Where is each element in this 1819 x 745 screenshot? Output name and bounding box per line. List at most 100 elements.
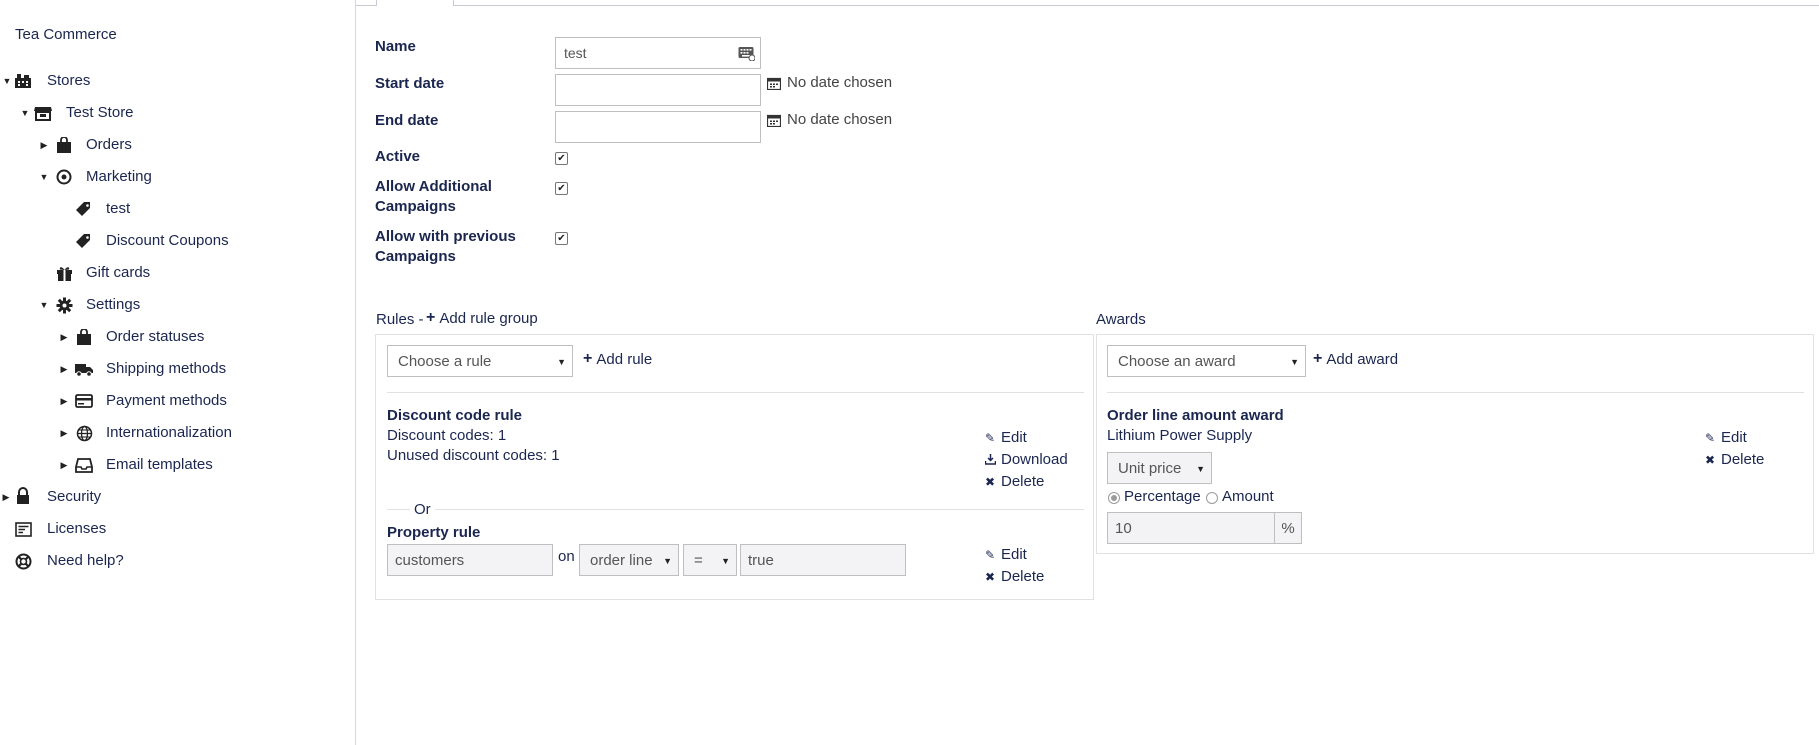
operator-select[interactable]: = ▼	[683, 544, 737, 576]
caret-right-icon[interactable]: ▶	[59, 460, 69, 470]
property-field-input[interactable]: customers	[387, 544, 553, 576]
edit-property-rule-button[interactable]: ✎ Edit	[984, 546, 1027, 563]
award-value-input[interactable]: 10	[1107, 512, 1275, 544]
choose-award-select[interactable]: Choose an award ▼	[1107, 345, 1306, 377]
caret-right-icon[interactable]: ▶	[59, 364, 69, 374]
inbox-icon	[75, 456, 93, 474]
end-date-empty-text: No date chosen	[787, 111, 893, 128]
tree-label: Need help?	[47, 552, 124, 569]
plus-icon: +	[1313, 350, 1323, 367]
dropdown-arrow-icon: ▼	[663, 556, 672, 566]
tree-label: Licenses	[47, 520, 107, 537]
credit-card-icon	[75, 392, 93, 410]
choose-award-value: Choose an award	[1118, 352, 1236, 370]
name-label: Name	[375, 38, 416, 55]
edit-label: Edit	[1721, 429, 1747, 446]
edit-discount-rule-button[interactable]: ✎ Edit	[984, 429, 1027, 446]
start-date-input[interactable]	[555, 74, 761, 106]
calendar-icon[interactable]	[766, 114, 782, 128]
name-input[interactable]: test	[555, 37, 761, 69]
award-unit: %	[1281, 519, 1295, 537]
edit-label: Edit	[1001, 429, 1027, 446]
end-date-label: End date	[375, 112, 439, 129]
property-rule-title: Property rule	[387, 524, 481, 541]
bag-icon	[55, 136, 73, 154]
tree-item-internationalization[interactable]: ▶ Internationalization	[0, 420, 340, 446]
active-checkbox[interactable]: ✔	[555, 152, 568, 165]
divider	[387, 509, 1084, 510]
tree-item-security[interactable]: ▶ Security	[0, 484, 340, 510]
edit-award-button[interactable]: ✎ Edit	[1704, 429, 1747, 446]
rules-panel: Choose a rule ▼ + Add rule Discount code…	[375, 334, 1094, 600]
tree-item-order-statuses[interactable]: ▶ Order statuses	[0, 324, 340, 350]
allow-previous-label: Allow with previous Campaigns	[375, 227, 516, 267]
caret-right-icon[interactable]: ▶	[59, 428, 69, 438]
close-icon: ✖	[1704, 452, 1716, 467]
download-discount-codes-button[interactable]: Download	[984, 451, 1068, 468]
tree-item-orders[interactable]: ▶ Orders	[0, 132, 340, 158]
add-award-button[interactable]: + Add award	[1313, 350, 1398, 368]
delete-property-rule-button[interactable]: ✖ Delete	[984, 568, 1044, 585]
truck-icon	[75, 360, 93, 378]
allow-additional-checkbox[interactable]: ✔	[555, 182, 568, 195]
tree-item-licenses[interactable]: Licenses	[0, 516, 340, 542]
allow-additional-label-line1: Allow Additional	[375, 178, 492, 195]
tree-item-gift-cards[interactable]: Gift cards	[0, 260, 340, 286]
add-award-label: Add award	[1326, 350, 1399, 368]
tree-label: Settings	[86, 296, 141, 313]
tree-item-discount-coupons[interactable]: Discount Coupons	[0, 228, 340, 254]
tree-item-test[interactable]: test	[0, 196, 340, 222]
allow-previous-label-line2: Campaigns	[375, 248, 456, 265]
discount-code-rule-title: Discount code rule	[387, 407, 523, 424]
calendar-icon[interactable]	[766, 77, 782, 91]
operator-value: =	[694, 551, 703, 569]
tree-item-marketing[interactable]: ▼ Marketing	[0, 164, 340, 190]
close-icon: ✖	[984, 474, 996, 489]
pencil-icon: ✎	[984, 430, 996, 445]
caret-down-icon[interactable]: ▼	[20, 108, 30, 118]
delete-award-button[interactable]: ✖ Delete	[1704, 451, 1764, 468]
tree-item-settings[interactable]: ▼ Settings	[0, 292, 340, 318]
edit-label: Edit	[1001, 546, 1027, 563]
tree-item-test-store[interactable]: ▼ Test Store	[0, 100, 340, 126]
scope-value: order line	[590, 551, 653, 569]
pencil-icon: ✎	[984, 547, 996, 562]
caret-right-icon[interactable]: ▶	[59, 396, 69, 406]
radio-dot	[1111, 495, 1117, 501]
name-input-value: test	[564, 45, 587, 61]
percentage-radio[interactable]	[1108, 492, 1120, 504]
allow-additional-label: Allow Additional Campaigns	[375, 177, 492, 217]
caret-down-icon[interactable]: ▼	[2, 76, 12, 86]
awards-title: Awards	[1096, 311, 1146, 328]
percentage-label: Percentage	[1124, 488, 1201, 505]
add-rule-group-button[interactable]: + Add rule group	[426, 309, 538, 327]
property-value: true	[748, 551, 774, 569]
active-tab[interactable]	[376, 0, 454, 6]
keyboard-icon[interactable]	[738, 45, 756, 64]
tree-item-stores[interactable]: ▼ Stores	[0, 68, 340, 94]
scope-select[interactable]: order line ▼	[579, 544, 679, 576]
choose-rule-select[interactable]: Choose a rule ▼	[387, 345, 573, 377]
caret-right-icon[interactable]: ▶	[39, 140, 49, 150]
price-type-select[interactable]: Unit price ▼	[1107, 452, 1212, 484]
dropdown-arrow-icon: ▼	[1196, 464, 1205, 474]
end-date-input[interactable]	[555, 111, 761, 143]
delete-label: Delete	[1721, 451, 1765, 468]
property-value-input[interactable]: true	[740, 544, 906, 576]
delete-discount-rule-button[interactable]: ✖ Delete	[984, 473, 1044, 490]
caret-down-icon[interactable]: ▼	[39, 300, 49, 310]
tree-item-shipping-methods[interactable]: ▶ Shipping methods	[0, 356, 340, 382]
gift-icon	[55, 264, 73, 282]
allow-previous-checkbox[interactable]: ✔	[555, 232, 568, 245]
tree-label: Stores	[47, 72, 91, 89]
add-rule-button[interactable]: + Add rule	[583, 350, 652, 368]
dropdown-arrow-icon: ▼	[721, 556, 730, 566]
tree-item-email-templates[interactable]: ▶ Email templates	[0, 452, 340, 478]
amount-radio[interactable]	[1206, 492, 1218, 504]
tree-item-payment-methods[interactable]: ▶ Payment methods	[0, 388, 340, 414]
award-product: Lithium Power Supply	[1107, 427, 1253, 444]
caret-right-icon[interactable]: ▶	[59, 332, 69, 342]
caret-right-icon[interactable]: ▶	[1, 492, 11, 502]
caret-down-icon[interactable]: ▼	[39, 172, 49, 182]
tree-item-need-help[interactable]: Need help?	[0, 548, 340, 574]
